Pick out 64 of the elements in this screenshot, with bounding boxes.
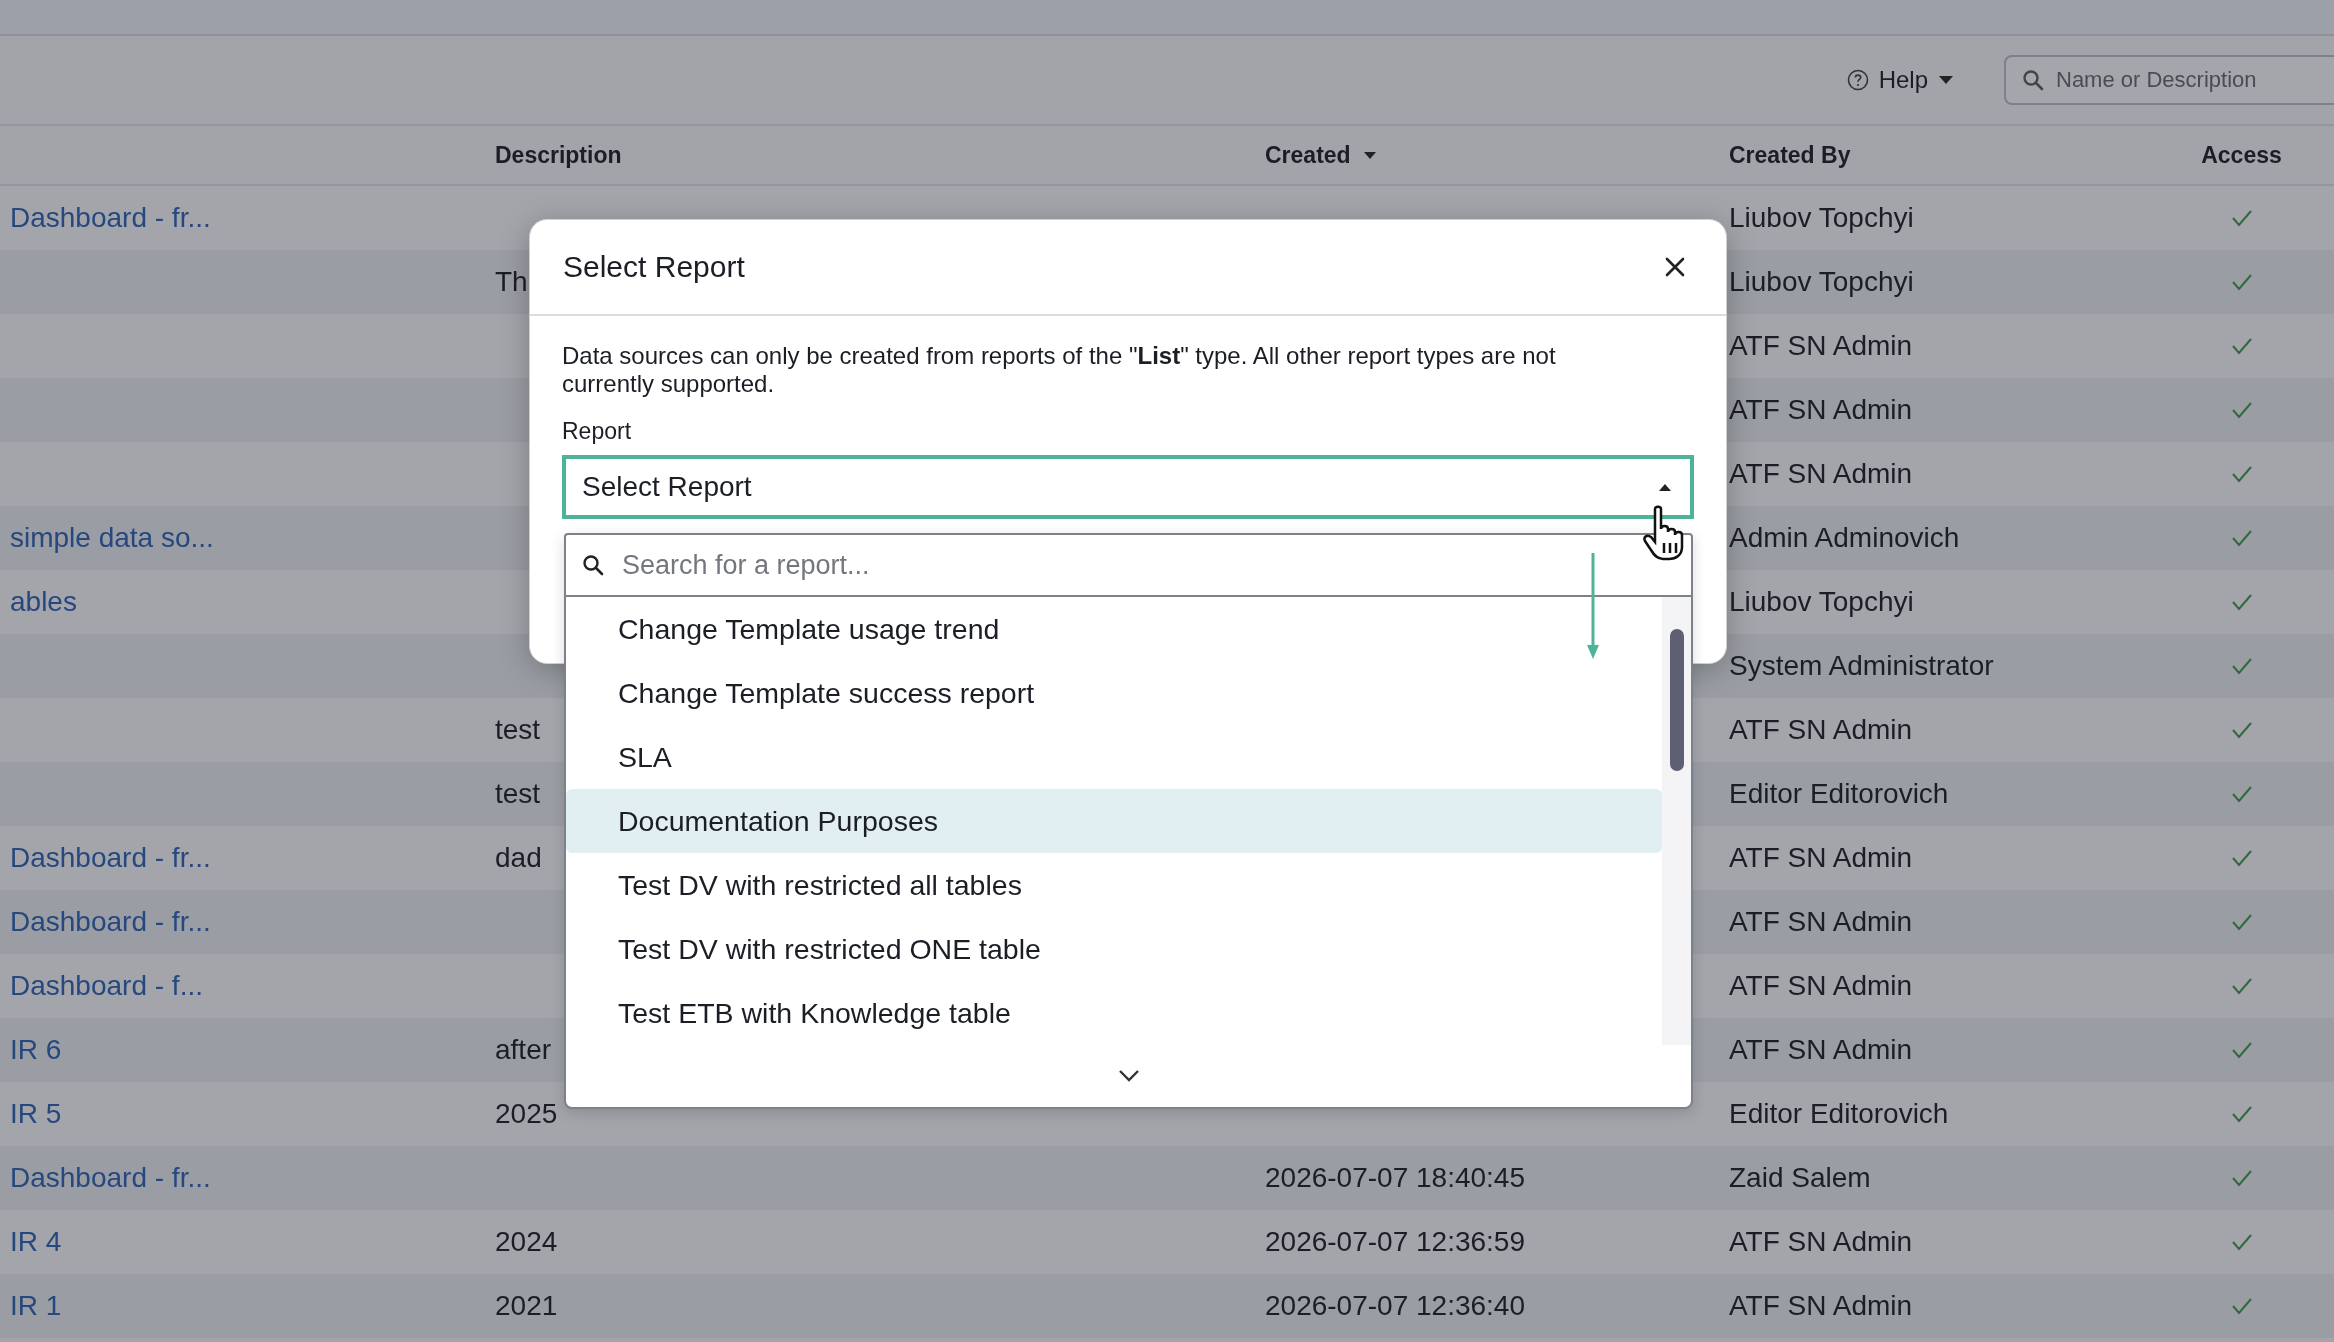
close-icon [1664, 256, 1686, 278]
column-header[interactable]: Access [2149, 141, 2334, 169]
table-cell: ATF SN Admin [1729, 1226, 1913, 1257]
table-cell: 2021 [495, 1290, 558, 1321]
table-cell: ATF SN Admin [1729, 842, 1913, 873]
report-link[interactable]: Dashboard - fr... [10, 842, 211, 873]
table-cell: Zaid Salem [1729, 1162, 1871, 1193]
table-cell: System Administrator [1729, 650, 1994, 681]
dropdown-option[interactable]: SLA [566, 725, 1662, 789]
report-link[interactable]: ables [10, 586, 77, 617]
dropdown-option[interactable]: Test ETB with Knowledge table [566, 981, 1662, 1045]
table-cell: 2026-07-07 12:36:59 [1265, 1226, 1525, 1257]
table-cell: ATF SN Admin [1729, 970, 1913, 1001]
table-cell: ATF SN Admin [1729, 1034, 1913, 1065]
dropdown-option[interactable]: Test DV with restricted all tables [566, 853, 1662, 917]
dropdown-option[interactable]: Test DV with restricted ONE table [566, 917, 1662, 981]
table-cell: after [495, 1034, 552, 1065]
field-label: Report [562, 418, 633, 445]
dropdown-option[interactable]: Documentation Purposes [566, 789, 1662, 853]
table-cell: Liubov Topchyi [1729, 202, 1914, 233]
column-header[interactable]: Created [1265, 141, 1729, 169]
table-cell: ATF SN Admin [1729, 394, 1913, 425]
report-link[interactable]: IR 5 [10, 1098, 62, 1129]
dropdown-option[interactable]: Change Template success report [566, 661, 1662, 725]
table-cell: test [495, 778, 541, 809]
search-input[interactable]: Name or Description [2054, 66, 2318, 94]
help-menu-button[interactable]: Help [1842, 60, 1958, 100]
search-field[interactable]: Name or Description [2004, 55, 2334, 105]
caret-up-icon [1658, 482, 1672, 492]
report-link[interactable]: IR 4 [10, 1226, 62, 1257]
table-cell: ATF SN Admin [1729, 714, 1913, 745]
report-dropdown[interactable]: Select Report [562, 455, 1694, 519]
table-cell: ATF SN Admin [1729, 458, 1913, 489]
search-field[interactable]: Search for a report... [566, 535, 1691, 597]
table-cell: ATF SN Admin [1729, 330, 1913, 361]
scrollbar-thumb[interactable] [1669, 629, 1684, 771]
table-cell: Admin Adminovich [1729, 522, 1960, 553]
table-cell: ATF SN Admin [1729, 906, 1913, 937]
table-cell: Editor Editorovich [1729, 1098, 1949, 1129]
report-link[interactable]: Dashboard - f... [10, 970, 203, 1001]
table-cell: Editor Editorovich [1729, 778, 1949, 809]
caret-down-icon [1938, 75, 1954, 85]
table-cell: Th [495, 266, 528, 297]
table-cell: Liubov Topchyi [1729, 586, 1914, 617]
table-cell: 2024 [495, 1226, 558, 1257]
sort-descending-icon [1362, 150, 1377, 160]
dropdown-option[interactable]: Change Template usage trend [566, 597, 1662, 661]
table-cell: dad [495, 842, 542, 873]
table-cell: 2026-07-07 18:40:45 [1265, 1162, 1525, 1193]
table-cell: Liubov Topchyi [1729, 266, 1914, 297]
chevron-down-icon [1117, 1069, 1140, 1083]
search-icon [2022, 69, 2044, 91]
search-icon [582, 554, 604, 576]
table-cell: 2025 [495, 1098, 558, 1129]
table-cell: ATF SN Admin [1729, 1290, 1913, 1321]
scrollbar[interactable] [1662, 597, 1691, 1045]
report-link[interactable]: Dashboard - fr... [10, 202, 211, 233]
info-message: Data sources can only be created from reports of the "List" type. All other report types are not currently supported. [562, 342, 1557, 398]
table-cell: test [495, 714, 541, 745]
column-header[interactable]: Created By [1729, 141, 2149, 169]
help-icon [1846, 69, 1869, 91]
dialog-title: Select Report [563, 250, 745, 284]
column-header[interactable]: Description [495, 141, 1265, 169]
table-cell: 2026-07-07 12:36:40 [1265, 1290, 1525, 1321]
